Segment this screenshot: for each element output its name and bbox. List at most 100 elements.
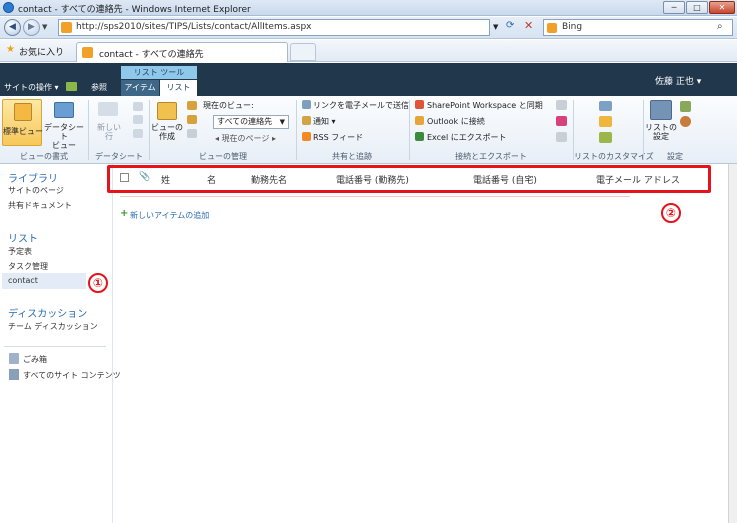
history-dropdown-icon[interactable]: ▼ [42,23,47,31]
ribbon: 標準ビュー データシート ビュー ビューの書式 新しい行 データシート ビューの… [0,96,737,164]
add-icon[interactable]: + [120,209,128,219]
callout-number-2: ② [661,203,681,223]
search-box[interactable]: Bing ⌕ [543,19,733,36]
close-button[interactable]: ✕ [709,1,735,14]
back-button[interactable]: ◀ [4,19,21,36]
nav-item-shared-documents[interactable]: 共有ドキュメント [8,200,72,211]
new-tab-button[interactable] [290,43,316,61]
standard-view-icon [14,103,32,121]
quick-launch: ライブラリ サイトのページ 共有ドキュメント リスト 予定表 タスク管理 con… [0,164,121,523]
window-title-bar: contact - すべての連絡先 - Windows Internet Exp… [0,0,737,16]
site-favicon-icon [61,22,72,33]
maximize-button[interactable]: □ [686,1,708,14]
list-settings-icon[interactable] [650,100,672,120]
address-url: http://sps2010/sites/TIPS/Lists/contact/… [76,22,312,32]
standard-view-button[interactable]: 標準ビュー [2,99,43,146]
address-toolbar: ◀ ▶ ▼ http://sps2010/sites/TIPS/Lists/co… [0,17,737,39]
standard-view-label: 標準ビュー [3,127,43,136]
ribbon-divider [409,100,410,160]
tab-list[interactable]: リスト [160,80,197,96]
current-page-pager[interactable]: ◂ 現在のページ ▸ [215,133,276,144]
minimize-button[interactable]: ─ [663,1,685,14]
nav-item-site-pages[interactable]: サイトのページ [8,185,64,196]
create-view-icon[interactable] [157,102,177,120]
rss-feed-button[interactable]: RSS フィード [313,132,363,143]
nav-item-recycle-bin[interactable]: ごみ箱 [23,354,47,365]
stop-icon[interactable]: ✕ [524,19,533,32]
vertical-scrollbar[interactable] [728,164,737,523]
forward-button[interactable]: ▶ [23,19,40,36]
list-settings-button[interactable]: リストの 設定 [644,123,678,141]
nav-heading-discussions[interactable]: ディスカッション [8,305,87,320]
ribbon-divider [88,100,89,160]
nav-item-tasks[interactable]: タスク管理 [8,261,48,272]
nav-heading-lists[interactable]: リスト [8,230,38,245]
list-tools-group: リスト ツール アイテム リスト [121,66,197,96]
address-bar[interactable]: http://sps2010/sites/TIPS/Lists/contact/… [58,19,490,36]
form-web-parts-icon[interactable] [599,101,612,111]
tab-items[interactable]: アイテム [121,80,159,96]
sync-workspace-button[interactable]: SharePoint Workspace と同期 [427,100,543,111]
project-icon[interactable] [556,132,567,142]
edit-list-icon[interactable] [599,116,612,127]
chevron-down-icon: ▼ [279,118,285,126]
nav-item-all-site-content[interactable]: すべてのサイト コンテンツ [23,370,121,381]
current-view-select[interactable]: すべての連絡先 ▼ [213,115,289,129]
ribbon-divider [296,100,297,160]
group-label-customize-list: リストのカスタマイズ [574,152,654,161]
nav-heading-libraries[interactable]: ライブラリ [8,170,58,185]
group-label-manage-views: ビューの管理 [199,152,247,161]
nav-item-team-discussion[interactable]: チーム ディスカッション [8,321,98,332]
sharepoint-ribbon-header: サイトの操作 ▾ 参照 リスト ツール アイテム リスト 佐藤 正也 ▾ [0,63,737,96]
bing-icon [547,23,557,33]
window-title: contact - すべての連絡先 - Windows Internet Exp… [18,5,251,15]
nav-item-contact-label: contact [8,276,38,285]
list-permissions-icon[interactable] [680,101,691,112]
show-totals-icon[interactable] [133,115,143,124]
modify-view-icon[interactable] [187,101,197,110]
callout-number-1: ① [88,273,108,293]
favorites-star-icon[interactable]: ★ [6,44,15,55]
site-actions-menu[interactable]: サイトの操作 ▾ [4,82,59,93]
add-new-item-link[interactable]: 新しいアイテムの追加 [130,210,209,221]
export-excel-button[interactable]: Excel にエクスポート [427,132,507,143]
group-label-datasheet: データシート [95,152,143,161]
new-quick-step-icon[interactable] [599,132,612,143]
group-label-share-track: 共有と追跡 [332,152,372,161]
search-icon[interactable]: ⌕ [717,21,723,32]
nav-item-calendar[interactable]: 予定表 [8,246,32,257]
browser-tab-active[interactable]: contact - すべての連絡先 [76,42,288,62]
navigate-up-icon[interactable] [66,82,77,91]
datasheet-view-button[interactable]: データシート ビュー [44,123,84,150]
ie-icon [3,2,14,13]
favorites-bar: ★ お気に入り contact - すべての連絡先 [0,40,737,62]
highlight-box-column-headers [107,165,711,193]
tab-browse[interactable]: 参照 [91,82,107,93]
search-provider-label: Bing [562,22,583,32]
show-taskpane-icon[interactable] [133,102,143,111]
workflow-settings-icon[interactable] [680,116,691,127]
navigate-up-small-icon[interactable] [187,129,197,138]
nav-divider [4,346,106,347]
email-link-button[interactable]: リンクを電子メールで送信 [313,100,409,111]
list-tools-label: リスト ツール [121,66,197,79]
user-menu[interactable]: 佐藤 正也 ▾ [655,74,701,87]
current-view-label: 現在のビュー: [203,101,254,110]
create-view-button[interactable]: ビューの 作成 [150,123,184,141]
alert-me-button[interactable]: 通知 ▾ [313,116,336,127]
nav-item-contact[interactable]: contact [2,273,86,289]
new-row-button[interactable]: 新しい行 [94,123,124,141]
visio-icon[interactable] [556,100,567,110]
tab-favicon-icon [82,47,93,58]
connect-outlook-button[interactable]: Outlook に接続 [427,116,485,127]
create-column-icon[interactable] [187,115,197,124]
alert-icon [302,116,311,125]
refresh-icon[interactable]: ⟳ [506,20,514,31]
address-dropdown-icon[interactable]: ▼ [493,23,498,31]
favorites-button[interactable]: お気に入り [19,45,64,58]
access-icon[interactable] [556,116,567,126]
excel-icon [415,132,424,141]
datasheet-view-icon[interactable] [54,102,74,118]
outlook-icon [415,116,424,125]
refresh-data-icon[interactable] [133,129,143,138]
